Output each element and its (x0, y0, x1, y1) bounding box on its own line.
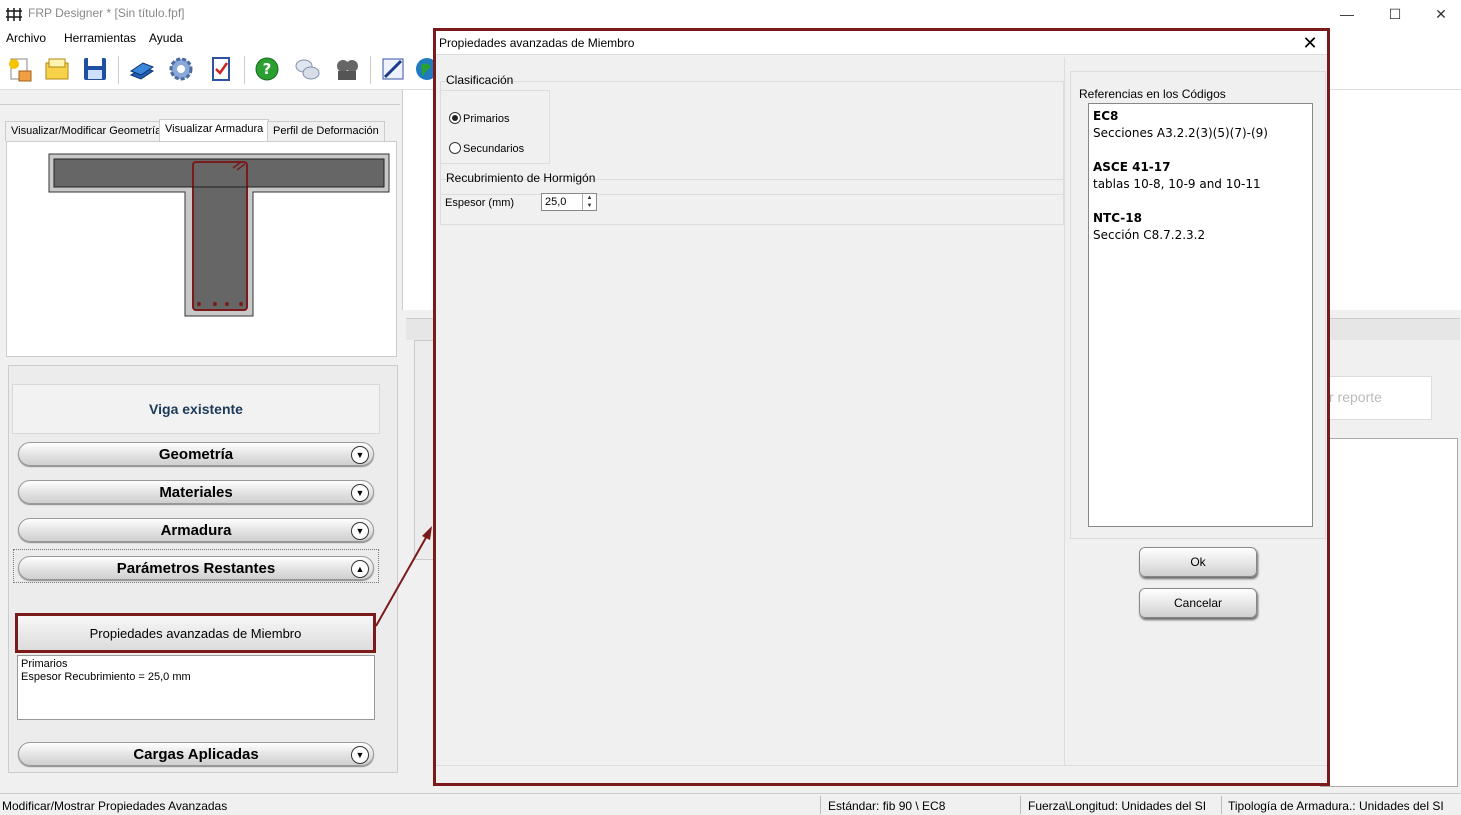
checklist-icon[interactable] (204, 52, 238, 86)
reference-text: Secciones A3.2.2(3)(5)(7)-(9) (1093, 126, 1268, 140)
reference-code: NTC-18 (1093, 211, 1142, 225)
report-area (1320, 438, 1458, 787)
maximize-icon[interactable]: ☐ (1372, 0, 1418, 28)
dialog-title-bar: Propiedades avanzadas de Miembro ✕ (436, 31, 1327, 55)
thickness-value: 25,0 (545, 196, 567, 208)
status-typology: Tipología de Armadura.: Unidades del SI (1228, 799, 1444, 813)
menu-herramientas[interactable]: Herramientas (64, 31, 136, 45)
dialog-footer (436, 765, 1327, 783)
summary-line: Espesor Recubrimiento = 25,0 mm (21, 671, 191, 683)
book-icon[interactable] (124, 52, 158, 86)
chevron-down-icon[interactable]: ▼ (351, 746, 369, 764)
status-separator (1020, 796, 1021, 814)
close-icon[interactable]: ✕ (1299, 32, 1321, 54)
window-title: FRP Designer * [Sin título.fpf] (28, 6, 185, 20)
toolbar-separator (370, 56, 371, 84)
close-icon[interactable]: ✕ (1418, 0, 1461, 28)
radio-primarios[interactable] (449, 112, 461, 124)
title-bar: FRP Designer * [Sin título.fpf] — ☐ ✕ (0, 0, 1461, 28)
help-icon[interactable]: ? (250, 52, 284, 86)
open-folder-icon[interactable] (40, 52, 74, 86)
edit-icon[interactable] (376, 52, 410, 86)
section-armadura[interactable]: Armadura ▼ (18, 518, 374, 542)
minimize-icon[interactable]: — (1324, 0, 1370, 28)
section-label: Parámetros Restantes (116, 559, 276, 577)
chat-icon[interactable] (290, 52, 324, 86)
tab-geometria[interactable]: Visualizar/Modificar Geometría (5, 121, 168, 141)
chevron-down-icon[interactable]: ▼ (351, 484, 369, 502)
cancel-button[interactable]: Cancelar (1139, 588, 1257, 618)
advanced-properties-dialog: Propiedades avanzadas de Miembro ✕ Clasi… (433, 28, 1330, 786)
dialog-title: Propiedades avanzadas de Miembro (439, 36, 635, 50)
section-cargas-aplicadas[interactable]: Cargas Aplicadas ▼ (18, 742, 374, 766)
thickness-stepper[interactable]: 25,0 ▲ ▼ (541, 193, 597, 211)
radio-secundarios-label: Secundarios (463, 143, 525, 155)
dialog-left-area: Clasificación Primarios Secundarios Recu… (438, 57, 1065, 765)
section-materiales[interactable]: Materiales ▼ (18, 480, 374, 504)
beam-header: Viga existente (12, 384, 380, 434)
reference-text: Sección C8.7.2.3.2 (1093, 228, 1206, 242)
radio-secundarios[interactable] (449, 142, 461, 154)
status-standard: Estándar: fib 90 \ EC8 (828, 799, 946, 813)
settings-gear-icon[interactable] (164, 52, 198, 86)
classification-label: Clasificación (446, 73, 514, 87)
tab-deformacion[interactable]: Perfil de Deformación (267, 121, 385, 141)
chevron-down-icon[interactable]: ▼ (351, 446, 369, 464)
section-geometria[interactable]: Geometría ▼ (18, 442, 374, 466)
app-logo-icon (6, 6, 23, 22)
advanced-summary: Primarios Espesor Recubrimiento = 25,0 m… (17, 655, 375, 720)
section-label: Materiales (159, 483, 233, 501)
status-bar: Modificar/Mostrar Propiedades Avanzadas … (0, 793, 1461, 815)
cover-group (440, 179, 1064, 225)
film-icon[interactable] (330, 52, 364, 86)
tab-armadura[interactable]: Visualizar Armadura (159, 119, 270, 141)
section-preview (6, 141, 397, 357)
status-separator (820, 796, 821, 814)
stepper-arrows-icon[interactable]: ▲ ▼ (582, 194, 596, 210)
menu-archivo[interactable]: Archivo (6, 31, 46, 45)
status-message: Modificar/Mostrar Propiedades Avanzadas (2, 799, 228, 813)
beam-header-label: Viga existente (149, 401, 243, 417)
toolbar-separator (118, 56, 119, 84)
reference-code: EC8 (1093, 109, 1119, 123)
thickness-label: Espesor (mm) (445, 197, 515, 209)
t-beam-drawing (48, 153, 390, 317)
references-label: Referencias en los Códigos (1079, 87, 1226, 101)
section-label: Cargas Aplicadas (133, 745, 259, 763)
status-separator (1221, 796, 1222, 814)
toolbar-separator (244, 56, 245, 84)
references-list: EC8 Secciones A3.2.2(3)(5)(7)-(9) ASCE 4… (1088, 103, 1313, 527)
section-label: Armadura (160, 521, 232, 539)
chevron-down-icon[interactable]: ▼ (351, 522, 369, 540)
section-label: Geometría (158, 445, 234, 463)
advanced-properties-button[interactable]: Propiedades avanzadas de Miembro (15, 613, 376, 653)
radio-primarios-label: Primarios (463, 113, 510, 125)
menu-ayuda[interactable]: Ayuda (149, 31, 183, 45)
new-file-icon[interactable] (2, 52, 36, 86)
report-button[interactable]: r reporte (1320, 376, 1432, 420)
reference-text: tablas 10-8, 10-9 and 10-11 (1093, 177, 1261, 191)
status-units: Fuerza\Longitud: Unidades del SI (1028, 799, 1207, 813)
background-panel (414, 340, 434, 560)
summary-line: Primarios (21, 658, 68, 670)
section-parametros-restantes[interactable]: Parámetros Restantes ▲ (18, 556, 374, 580)
save-icon[interactable] (78, 52, 112, 86)
reference-code: ASCE 41-17 (1093, 160, 1171, 174)
chevron-up-icon[interactable]: ▲ (351, 560, 369, 578)
svg-text:?: ? (263, 60, 272, 78)
ok-button[interactable]: Ok (1139, 547, 1257, 577)
cover-label: Recubrimiento de Hormigón (446, 171, 596, 185)
